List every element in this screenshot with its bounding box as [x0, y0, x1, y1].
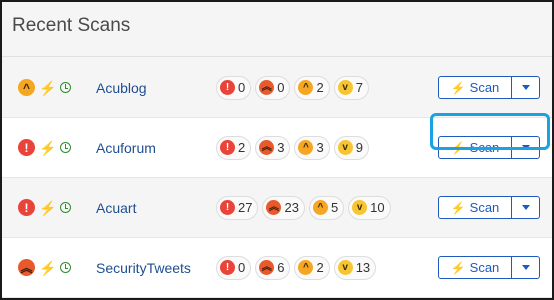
medium-icon: ^: [298, 140, 314, 155]
low-count-badge: v9: [333, 135, 369, 160]
low-count-badge: v7: [333, 75, 369, 100]
site-link[interactable]: SecurityTweets: [96, 260, 191, 276]
lightning-icon: ⚡: [450, 260, 466, 275]
panel-title: Recent Scans: [12, 15, 131, 36]
critical-count-badge: ! 27: [216, 195, 259, 220]
critical-severity-icon: !: [18, 199, 35, 216]
status-icons: ︽ ⚡: [18, 259, 72, 276]
high-icon: ︽: [266, 200, 282, 215]
severity-counts: ! 0 ︽ 0 ^ 2 v7: [216, 75, 369, 100]
lightning-icon: ⚡: [450, 200, 466, 215]
scan-row-securitytweets: ︽ ⚡ SecurityTweets ! 0 ︽ 6 ^ 2 v 13 ⚡ Scan: [2, 238, 552, 298]
high-icon: ︽: [259, 80, 275, 95]
scan-options-dropdown[interactable]: [512, 136, 540, 159]
low-icon: v: [337, 260, 353, 275]
status-icons: ! ⚡: [18, 199, 72, 216]
scan-options-dropdown[interactable]: [512, 196, 540, 219]
lightning-icon: ⚡: [39, 259, 57, 276]
low-count-badge: v 10: [348, 195, 391, 220]
high-count-badge: ︽ 0: [255, 75, 291, 100]
medium-count-badge: ^ 2: [294, 75, 330, 100]
medium-count-badge: ^ 2: [294, 255, 330, 280]
scan-button[interactable]: ⚡ Scan: [438, 136, 512, 159]
high-count-badge: ︽ 3: [255, 135, 291, 160]
scan-options-dropdown[interactable]: [512, 76, 540, 99]
site-link[interactable]: Acublog: [96, 80, 147, 96]
severity-counts: ! 0 ︽ 6 ^ 2 v 13: [216, 255, 377, 280]
scan-button-group: ⚡ Scan: [438, 76, 540, 99]
critical-icon: !: [220, 80, 235, 95]
site-link[interactable]: Acuart: [96, 200, 136, 216]
critical-icon: !: [220, 260, 235, 275]
scan-button[interactable]: ⚡ Scan: [438, 256, 512, 279]
lightning-icon: ⚡: [39, 199, 57, 216]
critical-severity-icon: !: [18, 139, 35, 156]
medium-count-badge: ^ 5: [308, 195, 345, 220]
scan-row-acuart: ! ⚡ Acuart ! 27 ︽ 23 ^ 5 v 10 ⚡ Scan: [2, 178, 552, 238]
scan-row-acublog: ^ ⚡ Acublog ! 0 ︽ 0 ^ 2 v7 ⚡ Scan: [2, 58, 552, 118]
low-icon: v: [337, 140, 353, 155]
chevron-down-icon: [521, 205, 530, 210]
scan-button-group: ⚡ Scan: [438, 196, 540, 219]
site-link[interactable]: Acuforum: [96, 140, 156, 156]
medium-icon: ^: [312, 200, 328, 215]
clock-icon: [60, 202, 72, 213]
medium-icon: ^: [298, 260, 314, 275]
recent-scans-panel: Recent Scans ^ ⚡ Acublog ! 0 ︽ 0 ^ 2 v7 ⚡ Sc…: [0, 0, 554, 300]
critical-icon: !: [220, 200, 235, 215]
severity-counts: ! 27 ︽ 23 ^ 5 v 10: [216, 195, 391, 220]
scan-button[interactable]: ⚡ Scan: [438, 76, 512, 99]
clock-icon: [60, 262, 72, 273]
high-icon: ︽: [259, 260, 275, 275]
chevron-down-icon: [521, 265, 530, 270]
low-icon: v: [352, 200, 368, 215]
high-count-badge: ︽ 23: [262, 195, 305, 220]
high-severity-icon: ︽: [18, 259, 35, 276]
scan-row-acuforum: ! ⚡ Acuforum ! 2 ︽ 3 ^ 3 v9 ⚡ Scan: [2, 113, 552, 178]
low-count-badge: v 13: [333, 255, 377, 280]
medium-count-badge: ^ 3: [294, 135, 330, 160]
scan-options-dropdown[interactable]: [512, 256, 540, 279]
lightning-icon: ⚡: [39, 139, 57, 156]
clock-icon: [60, 82, 72, 93]
high-count-badge: ︽ 6: [255, 255, 291, 280]
panel-header: Recent Scans: [2, 2, 552, 57]
chevron-down-icon: [521, 145, 530, 150]
scan-list: ^ ⚡ Acublog ! 0 ︽ 0 ^ 2 v7 ⚡ Scan ! ⚡ Ac…: [2, 58, 552, 298]
scan-button-group: ⚡ Scan: [438, 136, 540, 159]
critical-icon: !: [220, 140, 235, 155]
low-icon: v: [337, 80, 353, 95]
severity-counts: ! 2 ︽ 3 ^ 3 v9: [216, 135, 369, 160]
critical-count-badge: ! 2: [216, 135, 252, 160]
medium-icon: ^: [298, 80, 314, 95]
status-icons: ^ ⚡: [18, 79, 72, 96]
chevron-down-icon: [521, 85, 530, 90]
lightning-icon: ⚡: [450, 140, 466, 155]
scan-button-group: ⚡ Scan: [438, 256, 540, 279]
clock-icon: [60, 142, 72, 153]
scan-button[interactable]: ⚡ Scan: [438, 196, 512, 219]
critical-count-badge: ! 0: [216, 75, 252, 100]
medium-severity-icon: ^: [18, 79, 35, 96]
status-icons: ! ⚡: [18, 139, 72, 156]
lightning-icon: ⚡: [450, 80, 466, 95]
high-icon: ︽: [259, 140, 275, 155]
lightning-icon: ⚡: [39, 79, 57, 96]
critical-count-badge: ! 0: [216, 255, 252, 280]
